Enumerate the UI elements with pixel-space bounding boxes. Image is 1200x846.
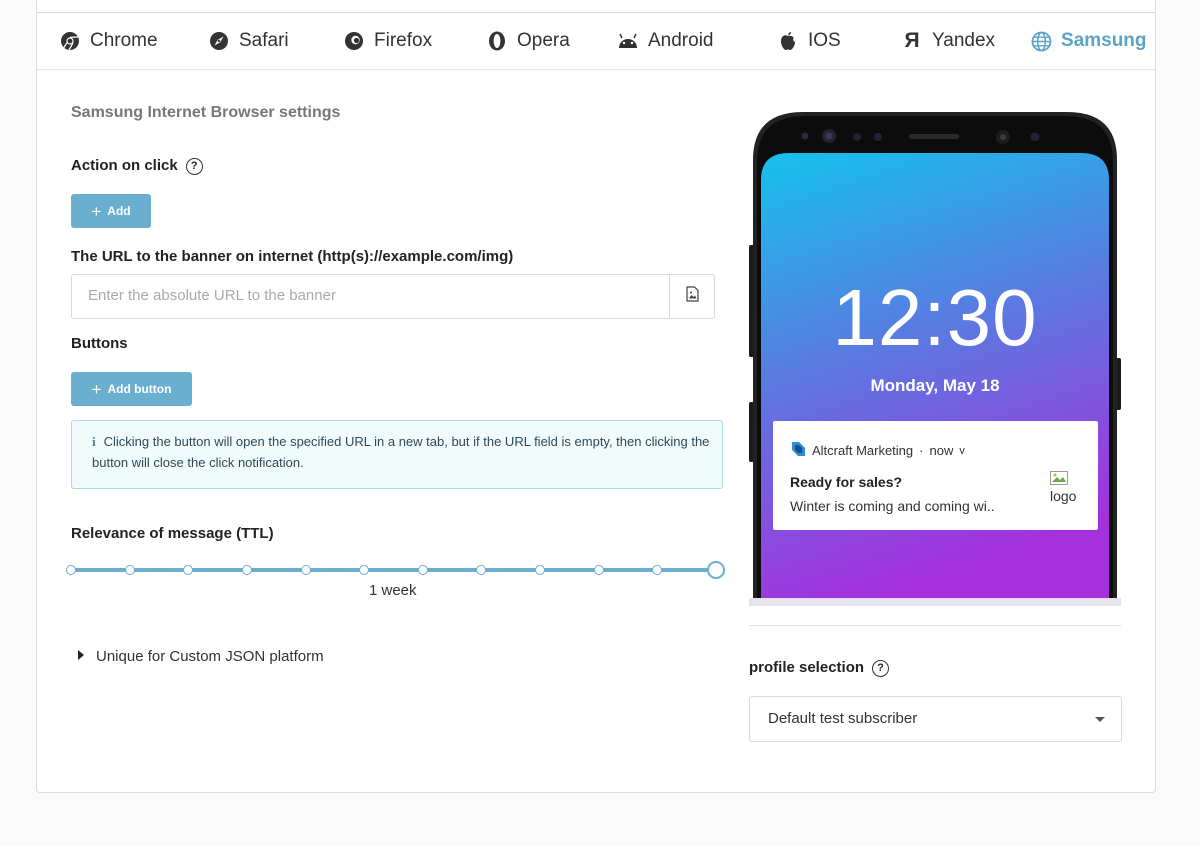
tab-samsung-label: Samsung: [1061, 30, 1147, 51]
add-action-button[interactable]: + Add: [71, 194, 151, 228]
custom-json-label: Unique for Custom JSON platform: [96, 648, 324, 665]
notification-header: Altcraft Marketing · now v: [790, 441, 965, 460]
plus-icon: +: [91, 379, 102, 399]
notification-app-name: Altcraft Marketing: [812, 443, 914, 458]
ttl-step-dot: [359, 565, 370, 575]
info-icon: i: [92, 434, 96, 449]
tab-yandex-label: Yandex: [932, 30, 996, 51]
image-icon: [685, 286, 699, 307]
notification-body: Winter is coming and coming wi..: [790, 498, 995, 514]
action-on-click-text: Action on click: [71, 157, 178, 174]
tab-android-label: Android: [648, 30, 714, 51]
ttl-label: Relevance of message (TTL): [71, 525, 274, 542]
tab-ios[interactable]: IOS: [777, 13, 841, 69]
opera-icon: [486, 30, 508, 52]
ttl-step-dot: [476, 565, 487, 575]
tab-safari-label: Safari: [239, 30, 289, 51]
add-button-label: Add button: [107, 382, 172, 396]
banner-url-input[interactable]: [88, 287, 648, 304]
ttl-track: [71, 568, 716, 572]
triangle-right-icon: [78, 650, 84, 660]
plus-icon: +: [91, 201, 102, 221]
notification-logo: logo: [1050, 471, 1076, 504]
chrome-icon: [59, 30, 81, 52]
help-icon[interactable]: ?: [185, 158, 203, 175]
ttl-slider[interactable]: [66, 561, 725, 579]
tab-opera[interactable]: Opera: [486, 13, 570, 69]
ttl-value: 1 week: [369, 582, 417, 599]
ttl-step-dot: [183, 565, 194, 575]
info-note: i Clicking the button will open the speci…: [71, 420, 723, 489]
push-notification: Altcraft Marketing · now v Ready for sal…: [773, 421, 1098, 530]
tab-opera-label: Opera: [517, 30, 570, 51]
yandex-icon: Я: [904, 29, 920, 52]
add-action-label: Add: [107, 204, 131, 218]
info-text: Clicking the button will open the specif…: [92, 434, 710, 470]
logo-alt-text: logo: [1050, 488, 1077, 504]
broken-image-icon: [1050, 471, 1076, 488]
tab-safari[interactable]: Safari: [208, 13, 289, 69]
ttl-step-dot: [66, 565, 76, 575]
caret-down-icon: [1095, 717, 1105, 722]
tab-yandex[interactable]: Я Yandex: [901, 13, 995, 69]
ttl-step-dot: [241, 565, 252, 575]
ttl-slider-handle[interactable]: [707, 561, 725, 579]
tab-chrome[interactable]: Chrome: [59, 13, 158, 69]
settings-card: Chrome Safari Firefox Opera Android IOS …: [36, 0, 1156, 793]
globe-icon: [1030, 30, 1052, 52]
ttl-step-dot: [535, 565, 546, 575]
profile-select[interactable]: Default test subscriber: [749, 696, 1122, 742]
ttl-step-dot: [593, 565, 604, 575]
tab-firefox[interactable]: Firefox: [343, 13, 432, 69]
apple-icon: [777, 30, 799, 52]
compass-icon: [208, 30, 230, 52]
profile-selection-label: profile selection?: [749, 659, 890, 677]
notification-title: Ready for sales?: [790, 474, 903, 490]
android-icon: [617, 30, 639, 52]
chevron-down-icon: v: [959, 444, 965, 457]
help-icon[interactable]: ?: [872, 660, 890, 677]
firefox-icon: [343, 30, 365, 52]
ttl-step-dot: [300, 565, 311, 575]
tab-chrome-label: Chrome: [90, 30, 158, 51]
preview-divider: [749, 625, 1121, 626]
tab-android[interactable]: Android: [617, 13, 714, 69]
tab-samsung[interactable]: Samsung: [1030, 13, 1147, 69]
banner-url-field: [71, 274, 715, 319]
ttl-step-dot: [652, 565, 663, 575]
ttl-step-dot: [124, 565, 135, 575]
phone-preview: 12:30 Monday, May 18 Altcraft Marketing …: [749, 110, 1121, 606]
clock-date: Monday, May 18: [870, 376, 1000, 395]
profile-selection-text: profile selection: [749, 659, 865, 676]
notification-time: now: [929, 443, 954, 458]
profile-select-value: Default test subscriber: [768, 710, 918, 727]
clock-time: 12:30: [832, 273, 1038, 362]
platform-tabs: Chrome Safari Firefox Opera Android IOS …: [37, 13, 1155, 70]
section-title: Samsung Internet Browser settings: [71, 104, 341, 121]
custom-json-toggle[interactable]: Unique for Custom JSON platform: [78, 648, 324, 665]
add-button-button[interactable]: + Add button: [71, 372, 192, 406]
image-picker-button[interactable]: [669, 275, 714, 318]
action-on-click-label: Action on click?: [71, 157, 203, 175]
tab-firefox-label: Firefox: [374, 30, 433, 51]
tab-ios-label: IOS: [808, 30, 841, 51]
buttons-label: Buttons: [71, 335, 128, 352]
dot-separator: ·: [919, 443, 924, 458]
url-label: The URL to the banner on internet (http(…: [71, 248, 514, 265]
app-logo-icon: [790, 441, 806, 460]
ttl-step-dot: [417, 565, 428, 575]
